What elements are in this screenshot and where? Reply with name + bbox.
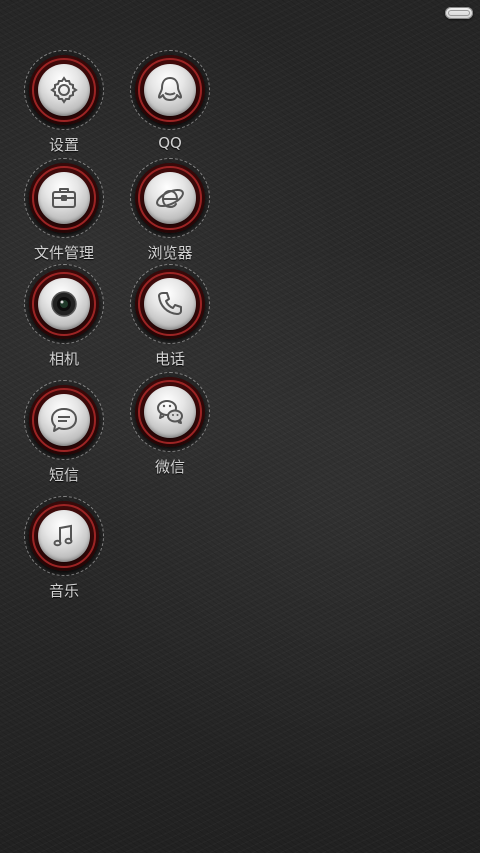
app-phone[interactable]: 电话 [118,264,222,374]
app-label: 相机 [48,350,79,368]
music-note-icon [53,524,73,547]
app-icon-frame [24,496,104,576]
app-label: 浏览器 [147,244,193,262]
app-label: 短信 [48,466,79,484]
camera-lens-icon [51,291,77,317]
app-music[interactable]: 音乐 [12,496,116,606]
app-qq[interactable]: QQ [118,50,222,160]
phone-handset-icon [158,292,182,315]
briefcase-icon [52,188,76,208]
app-label: 设置 [48,136,79,154]
app-label: 微信 [154,458,185,476]
app-icon-frame [24,380,104,460]
app-label: 文件管理 [33,244,94,262]
app-browser[interactable]: 浏览器 [118,158,222,268]
qq-penguin-icon [158,77,182,101]
app-label: QQ [158,134,182,152]
wechat-icon [157,400,183,424]
chat-bubble-icon [51,408,77,432]
app-wechat[interactable]: 微信 [118,372,222,482]
app-icon-frame [130,50,210,130]
app-icon-frame [24,264,104,344]
app-icon-frame [130,158,210,238]
app-settings[interactable]: 设置 [12,50,116,160]
app-icon-frame [24,50,104,130]
app-camera[interactable]: 相机 [12,264,116,374]
app-messages[interactable]: 短信 [12,380,116,490]
battery-icon [445,7,473,19]
app-icon-frame [24,158,104,238]
app-label: 电话 [154,350,185,368]
gear-icon [50,76,78,104]
app-icon-frame [130,264,210,344]
app-label: 音乐 [48,582,79,600]
app-file-manager[interactable]: 文件管理 [12,158,116,268]
app-icon-frame [130,372,210,452]
browser-e-icon [156,188,184,209]
